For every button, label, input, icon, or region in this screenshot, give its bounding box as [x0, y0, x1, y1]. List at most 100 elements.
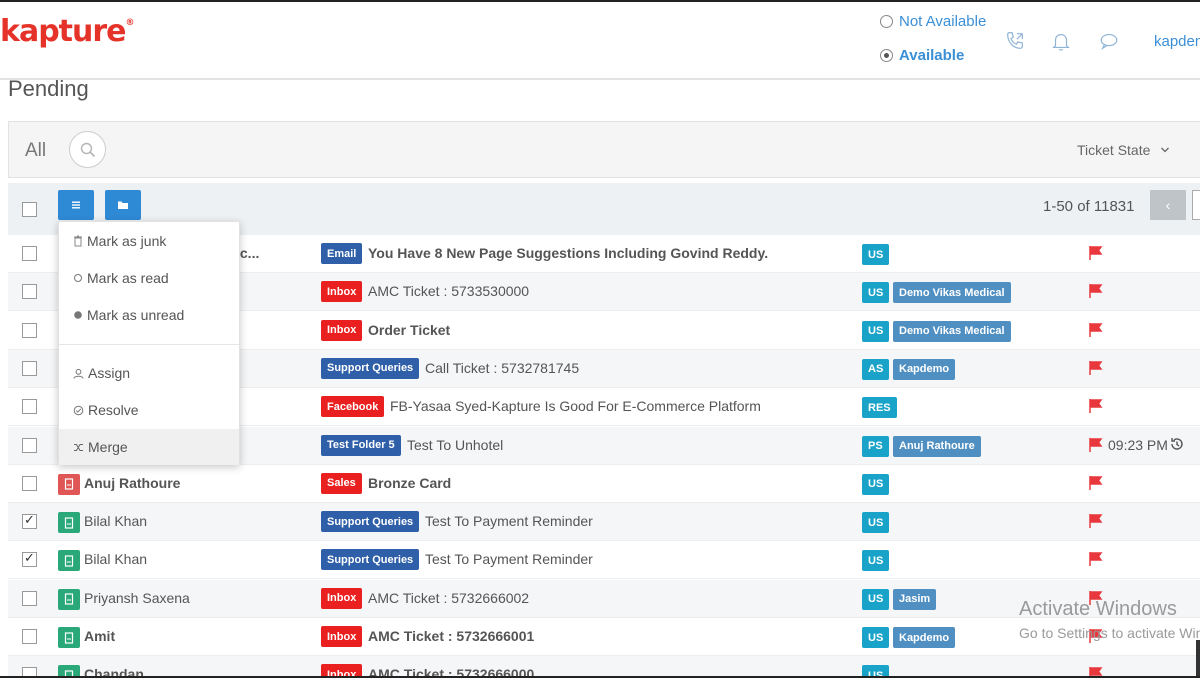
menu-item-resolve[interactable]: Resolve [59, 392, 239, 428]
kapture-logo[interactable]: kapture® [0, 14, 135, 49]
flag-icon[interactable] [1088, 245, 1104, 261]
row-checkbox[interactable] [22, 360, 37, 376]
ticket-state-dropdown[interactable]: Ticket State [1077, 142, 1170, 158]
previous-page-button[interactable]: ‹ [1150, 190, 1186, 220]
chat-icon[interactable] [1098, 30, 1120, 52]
ticket-subject[interactable]: AMC Ticket : 5732666002 [368, 590, 529, 606]
row-checkbox[interactable] [22, 550, 37, 568]
assignee-badge: Demo Vikas Medical [893, 320, 1011, 342]
status-code-badge: US [862, 282, 890, 304]
row-checkbox[interactable] [22, 322, 37, 338]
flag-icon[interactable] [1088, 360, 1104, 376]
flag-icon[interactable] [1088, 283, 1104, 299]
radio-not-available[interactable] [880, 15, 893, 28]
menu-item-label: Mark as junk [87, 233, 167, 249]
menu-item-label: Mark as unread [87, 307, 185, 323]
bulk-actions-menu: Mark as junk Mark as read Mark as unread… [58, 221, 240, 465]
contact-name[interactable]: Priyansh Saxena [84, 590, 190, 606]
flag-icon[interactable] [1088, 322, 1104, 338]
folder-tag[interactable]: Support Queries [321, 549, 420, 571]
status-not-available[interactable]: Not Available [880, 13, 986, 30]
logo-registered: ® [125, 18, 135, 28]
menu-item-merge[interactable]: Merge [59, 429, 239, 465]
row-checkbox[interactable] [22, 246, 37, 261]
contact-type-icon [58, 627, 80, 648]
folder-tag[interactable]: Support Queries [321, 511, 420, 533]
table-row[interactable]: Chandan Inbox AMC Ticket : 5732666000 US [8, 656, 1200, 678]
user-icon [73, 368, 84, 379]
folder-tag[interactable]: Facebook [321, 396, 385, 418]
flag-icon[interactable] [1088, 437, 1104, 453]
flag-icon[interactable] [1088, 551, 1104, 567]
table-row[interactable]: Anuj Rathoure Sales Bronze Card US [8, 465, 1200, 503]
chevron-down-icon [1161, 147, 1170, 153]
ticket-subject[interactable]: Test To Payment Reminder [425, 551, 593, 567]
ticket-subject[interactable]: Bronze Card [368, 475, 451, 491]
folder-tag[interactable]: Inbox [321, 626, 363, 647]
status-available[interactable]: Available [880, 47, 964, 64]
contact-name[interactable]: Amit [84, 628, 115, 644]
ticket-time: 09:23 PM [1108, 436, 1168, 453]
search-button[interactable] [69, 131, 106, 168]
bell-icon[interactable] [1050, 30, 1072, 52]
ticket-subject[interactable]: AMC Ticket : 5733530000 [368, 283, 529, 299]
assignee-badge: Kapdemo [893, 627, 956, 648]
bulk-actions-button[interactable] [58, 190, 94, 220]
folder-tag[interactable]: Inbox [321, 281, 363, 303]
assignee-badge: Demo Vikas Medical [893, 282, 1011, 304]
ticket-subject[interactable]: AMC Ticket : 5732666001 [368, 628, 534, 644]
next-page-button[interactable] [1192, 190, 1200, 220]
status-available-label: Available [899, 47, 965, 64]
ticket-subject[interactable]: Call Ticket : 5732781745 [425, 360, 579, 376]
flag-icon[interactable] [1088, 398, 1104, 414]
mobile-icon [64, 516, 74, 529]
row-checkbox[interactable] [22, 629, 37, 644]
flag-icon[interactable] [1088, 513, 1104, 529]
folder-tag[interactable]: Support Queries [321, 357, 420, 379]
scrollbar[interactable] [1196, 640, 1200, 678]
status-code-badge: US [862, 512, 890, 534]
menu-icon [72, 201, 80, 209]
search-icon [80, 142, 95, 157]
menu-item-mark-as-unread[interactable]: Mark as unread [59, 297, 239, 333]
move-to-folder-button[interactable] [105, 190, 141, 220]
row-checkbox[interactable] [22, 437, 37, 453]
ticket-subject[interactable]: You Have 8 New Page Suggestions Includin… [368, 245, 768, 261]
menu-item-assign[interactable]: Assign [59, 355, 239, 391]
history-icon[interactable] [1169, 436, 1185, 452]
ticket-subject[interactable]: Order Ticket [368, 322, 450, 338]
row-checkbox[interactable] [22, 590, 37, 606]
folder-tag[interactable]: Inbox [321, 587, 363, 609]
row-checkbox[interactable] [22, 512, 37, 530]
ticket-subject[interactable]: Test To Unhotel [407, 437, 503, 453]
row-checkbox[interactable] [22, 399, 37, 415]
table-row[interactable]: Bilal Khan Support Queries Test To Payment… [8, 541, 1200, 580]
assignee-badge: Anuj Rathoure [893, 435, 981, 457]
contact-name[interactable]: Bilal Khan [84, 551, 147, 567]
row-checkbox[interactable] [22, 475, 37, 491]
status-code-badge: US [862, 550, 890, 572]
contact-name[interactable]: Bilal Khan [84, 513, 147, 529]
flag-icon[interactable] [1088, 475, 1104, 491]
ticket-subject[interactable]: Test To Payment Reminder [425, 513, 593, 529]
menu-item-mark-as-read[interactable]: Mark as read [59, 260, 239, 296]
filter-scope[interactable]: All [25, 140, 46, 162]
folder-tag[interactable]: Email [321, 243, 363, 264]
status-code-badge: US [862, 627, 890, 648]
table-row[interactable]: Bilal Khan Support Queries Test To Payment… [8, 503, 1200, 542]
row-checkbox[interactable] [22, 284, 37, 300]
radio-available[interactable] [880, 49, 893, 62]
folder-tag[interactable]: Sales [321, 472, 362, 494]
contact-type-icon [58, 512, 80, 534]
status-code-badge: AS [862, 358, 890, 380]
phone-icon[interactable] [1004, 30, 1026, 52]
contact-name[interactable]: Anuj Rathoure [84, 475, 180, 491]
mobile-icon [64, 555, 74, 567]
ticket-subject[interactable]: FB-Yasaa Syed-Kapture Is Good For E-Comm… [390, 398, 761, 414]
user-menu[interactable]: kapdemo [1154, 33, 1200, 50]
folder-tag[interactable]: Test Folder 5 [321, 434, 401, 456]
document-icon [64, 478, 74, 490]
menu-item-mark-as-junk[interactable]: Mark as junk [59, 223, 239, 259]
folder-tag[interactable]: Inbox [321, 319, 363, 341]
select-all-checkbox[interactable] [22, 202, 37, 217]
